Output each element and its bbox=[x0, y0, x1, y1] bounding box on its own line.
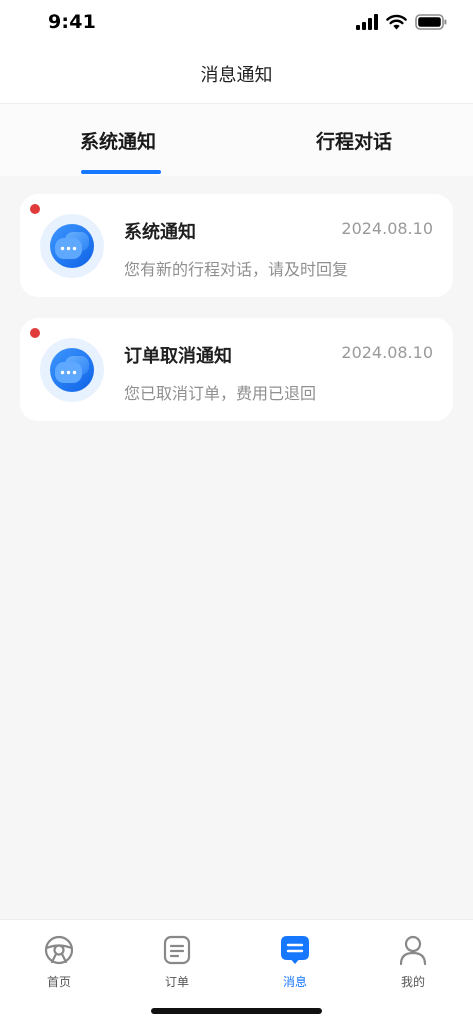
message-icon bbox=[281, 936, 309, 964]
order-list-icon bbox=[163, 935, 191, 965]
chat-bubbles-icon bbox=[50, 224, 94, 268]
active-tab-indicator bbox=[81, 170, 161, 174]
tabbar-label: 我的 bbox=[400, 975, 425, 989]
page-title: 消息通知 bbox=[200, 65, 273, 86]
battery-icon bbox=[415, 14, 447, 30]
tab-label: 系统通知 bbox=[79, 131, 156, 153]
message-title: 系统通知 bbox=[124, 222, 196, 243]
unread-dot bbox=[30, 328, 40, 338]
user-icon bbox=[399, 935, 427, 966]
message-body: 您已取消订单，费用已退回 bbox=[124, 384, 317, 403]
notification-tabs: 系统通知 行程对话 bbox=[0, 104, 473, 176]
tabbar-item-orders[interactable]: 订单 bbox=[118, 934, 236, 994]
message-title: 订单取消通知 bbox=[124, 346, 232, 367]
message-date: 2024.08.10 bbox=[341, 343, 433, 362]
message-card[interactable]: 订单取消通知 2024.08.10 您已取消订单，费用已退回 bbox=[20, 318, 453, 421]
unread-dot bbox=[30, 204, 40, 214]
nav-bar: 消息通知 bbox=[0, 46, 473, 104]
tabbar-label: 订单 bbox=[164, 975, 189, 989]
status-time: 9:41 bbox=[48, 11, 97, 33]
tabbar-item-profile[interactable]: 我的 bbox=[354, 934, 472, 994]
chat-bubbles-icon bbox=[50, 348, 94, 392]
status-bar: 9:41 bbox=[0, 0, 473, 46]
tabbar-label: 消息 bbox=[282, 975, 307, 989]
tabbar-item-home[interactable]: 首页 bbox=[0, 934, 118, 994]
status-icons bbox=[356, 13, 447, 31]
tabbar-item-messages[interactable]: 消息 bbox=[236, 934, 354, 994]
tab-system-notice[interactable]: 系统通知 bbox=[0, 104, 236, 176]
home-indicator bbox=[151, 1008, 322, 1014]
message-date: 2024.08.10 bbox=[341, 219, 433, 238]
avatar bbox=[40, 338, 104, 402]
signal-icon bbox=[356, 14, 378, 30]
avatar bbox=[40, 214, 104, 278]
message-body: 您有新的行程对话，请及时回复 bbox=[124, 260, 349, 279]
tab-label: 行程对话 bbox=[315, 131, 392, 153]
steering-wheel-icon bbox=[44, 935, 74, 965]
tab-trip-chat[interactable]: 行程对话 bbox=[236, 104, 472, 176]
tabbar-label: 首页 bbox=[46, 975, 71, 989]
wifi-icon bbox=[386, 14, 407, 30]
message-card[interactable]: 系统通知 2024.08.10 您有新的行程对话，请及时回复 bbox=[20, 194, 453, 297]
